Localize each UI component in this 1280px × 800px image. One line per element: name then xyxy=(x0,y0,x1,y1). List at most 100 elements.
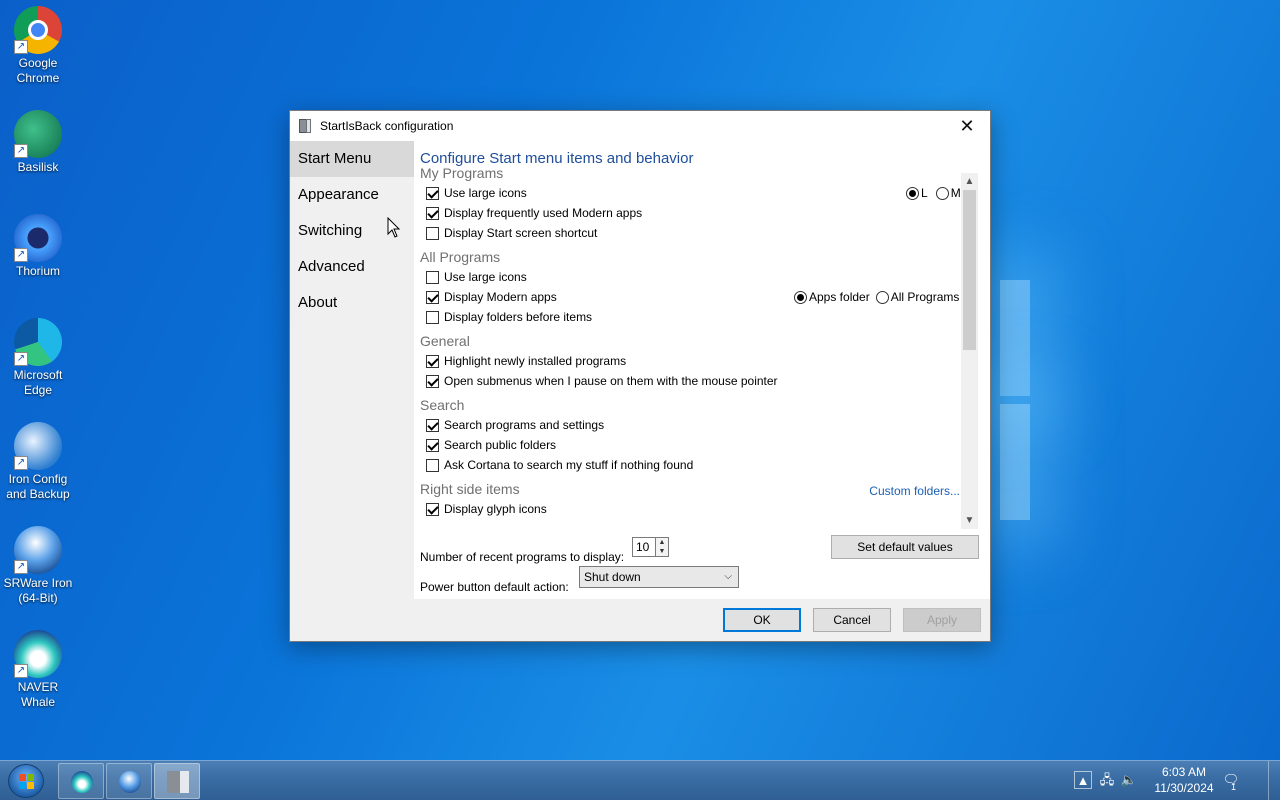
opt-srch-cortana[interactable]: Ask Cortana to search my stuff if nothin… xyxy=(426,455,693,475)
checkbox[interactable] xyxy=(426,290,439,304)
nav-start-menu[interactable]: Start Menu xyxy=(290,141,414,177)
sidebar: Start Menu Appearance Switching Advanced… xyxy=(290,141,414,599)
desktop-icon-iron-config[interactable]: ↗ Iron Config and Backup xyxy=(0,416,76,502)
naver-whale-icon: ↗ xyxy=(14,630,62,678)
radio-button[interactable] xyxy=(875,290,889,304)
opt-rs-glyph[interactable]: Display glyph icons xyxy=(426,499,547,519)
radio-all-programs[interactable]: All Programs xyxy=(875,290,959,304)
scroll-down-icon[interactable]: ▼ xyxy=(961,512,978,529)
radio-button[interactable] xyxy=(906,186,919,200)
desktop-icon-label: Basilisk xyxy=(17,160,59,174)
chevron-down-icon: ⌵ xyxy=(724,571,732,582)
system-tray: ▲ 🖧 🔈 6:03 AM 11/30/2024 🗨 1 xyxy=(1070,761,1280,800)
checkbox[interactable] xyxy=(426,226,439,240)
radio-apps-folder[interactable]: Apps folder xyxy=(794,290,870,304)
checkbox-label: Open submenus when I pause on them with … xyxy=(444,374,778,388)
set-default-values-button[interactable]: Set default values xyxy=(831,535,979,559)
radio-button[interactable] xyxy=(935,186,949,200)
startisback-app-icon xyxy=(167,771,189,793)
checkbox[interactable] xyxy=(426,206,439,220)
checkbox[interactable] xyxy=(426,502,439,516)
nav-about[interactable]: About xyxy=(290,285,414,321)
iron-config-icon: ↗ xyxy=(14,422,62,470)
apply-button[interactable]: Apply xyxy=(903,608,981,632)
desktop-icon-thorium[interactable]: ↗ Thorium xyxy=(0,208,76,279)
desktop-icon-basilisk[interactable]: ↗ Basilisk xyxy=(0,104,76,175)
radio-label: Apps folder xyxy=(809,290,870,304)
opt-gen-highlight[interactable]: Highlight newly installed programs xyxy=(426,351,626,371)
opt-mp-large-icons[interactable]: Use large icons xyxy=(426,183,527,203)
windows-flag-icon xyxy=(19,774,35,790)
checkbox-label: Display Modern apps xyxy=(444,290,557,304)
checkbox[interactable] xyxy=(426,186,439,200)
basilisk-icon: ↗ xyxy=(14,110,62,158)
checkbox[interactable] xyxy=(426,418,439,432)
opt-ap-folders-first[interactable]: Display folders before items xyxy=(426,307,592,327)
radio-size-l[interactable]: L xyxy=(906,186,928,200)
title-bar[interactable]: StartIsBack configuration ✕ xyxy=(290,111,990,141)
radio-button[interactable] xyxy=(794,290,807,304)
close-button[interactable]: ✕ xyxy=(944,111,990,141)
scroll-up-icon[interactable]: ▲ xyxy=(961,173,978,190)
recent-programs-label: Number of recent programs to display: xyxy=(420,550,625,564)
close-icon: ✕ xyxy=(959,116,975,136)
recent-programs-stepper[interactable]: ▲ ▼ xyxy=(655,537,669,557)
checkbox-label: Display folders before items xyxy=(444,310,593,324)
section-all-programs: All Programs xyxy=(420,249,501,265)
opt-mp-start-screen[interactable]: Display Start screen shortcut xyxy=(426,223,597,243)
opt-mp-modern-apps[interactable]: Display frequently used Modern apps xyxy=(426,203,642,223)
startisback-dialog: StartIsBack configuration ✕ Start Menu A… xyxy=(289,110,991,642)
custom-folders-link[interactable]: Custom folders... xyxy=(869,484,960,498)
desktop-icon-label: Microsoft Edge xyxy=(13,368,63,397)
ok-button[interactable]: OK xyxy=(723,608,801,632)
recent-programs-input[interactable]: 10 xyxy=(632,537,656,557)
checkbox[interactable] xyxy=(426,270,439,284)
desktop-icon-srware-iron[interactable]: ↗ SRWare Iron (64-Bit) xyxy=(0,520,76,606)
power-button-label: Power button default action: xyxy=(420,580,569,594)
clock[interactable]: 6:03 AM 11/30/2024 xyxy=(1154,764,1214,796)
nav-appearance[interactable]: Appearance xyxy=(290,177,414,213)
taskbar-naver-whale[interactable] xyxy=(58,763,104,799)
cancel-button[interactable]: Cancel xyxy=(813,608,891,632)
radio-size-m[interactable]: M xyxy=(935,186,961,200)
checkbox-label: Display glyph icons xyxy=(444,502,547,516)
taskbar-srware-iron[interactable] xyxy=(106,763,152,799)
volume-icon[interactable]: 🔈 xyxy=(1120,771,1138,789)
show-desktop-button[interactable] xyxy=(1268,761,1280,800)
dialog-title: StartIsBack configuration xyxy=(320,119,454,133)
opt-gen-submenus[interactable]: Open submenus when I pause on them with … xyxy=(426,371,778,391)
power-action-value: Shut down xyxy=(584,570,641,584)
opt-ap-modern-apps[interactable]: Display Modern apps xyxy=(426,287,557,307)
desktop-icon-label: Thorium xyxy=(15,264,60,278)
chrome-icon: ↗ xyxy=(14,6,62,54)
checkbox-label: Ask Cortana to search my stuff if nothin… xyxy=(444,458,694,472)
power-action-select[interactable]: Shut down ⌵ xyxy=(579,566,739,588)
checkbox[interactable] xyxy=(426,354,439,368)
start-button[interactable] xyxy=(8,764,44,798)
checkbox[interactable] xyxy=(426,438,439,452)
checkbox[interactable] xyxy=(426,374,439,388)
clock-time: 6:03 AM xyxy=(1161,765,1207,779)
desktop-icon-label: SRWare Iron (64-Bit) xyxy=(3,576,73,605)
checkbox[interactable] xyxy=(426,458,439,472)
desktop-icon-google-chrome[interactable]: ↗ Google Chrome xyxy=(0,0,76,86)
desktop-icon-microsoft-edge[interactable]: ↗ Microsoft Edge xyxy=(0,312,76,398)
thorium-icon: ↗ xyxy=(14,214,62,262)
taskbar-startisback[interactable] xyxy=(154,763,200,799)
srware-iron-icon xyxy=(119,771,141,793)
nav-advanced[interactable]: Advanced xyxy=(290,249,414,285)
network-icon[interactable]: 🖧 xyxy=(1098,771,1116,789)
opt-srch-public[interactable]: Search public folders xyxy=(426,435,556,455)
notification-center-icon[interactable]: 🗨 1 xyxy=(1220,771,1242,792)
content-panel: Configure Start menu items and behavior … xyxy=(414,141,990,599)
checkbox-label: Use large icons xyxy=(444,270,527,284)
vertical-scrollbar[interactable]: ▲ ▼ xyxy=(961,173,978,529)
scrollbar-thumb[interactable] xyxy=(963,190,976,350)
opt-srch-programs[interactable]: Search programs and settings xyxy=(426,415,604,435)
checkbox[interactable] xyxy=(426,310,439,324)
show-hidden-icons-icon[interactable]: ▲ xyxy=(1074,771,1092,789)
checkbox-label: Use large icons xyxy=(444,186,527,200)
radio-label: L xyxy=(921,186,928,200)
desktop-icon-naver-whale[interactable]: ↗ NAVER Whale xyxy=(0,624,76,710)
opt-ap-large-icons[interactable]: Use large icons xyxy=(426,267,527,287)
